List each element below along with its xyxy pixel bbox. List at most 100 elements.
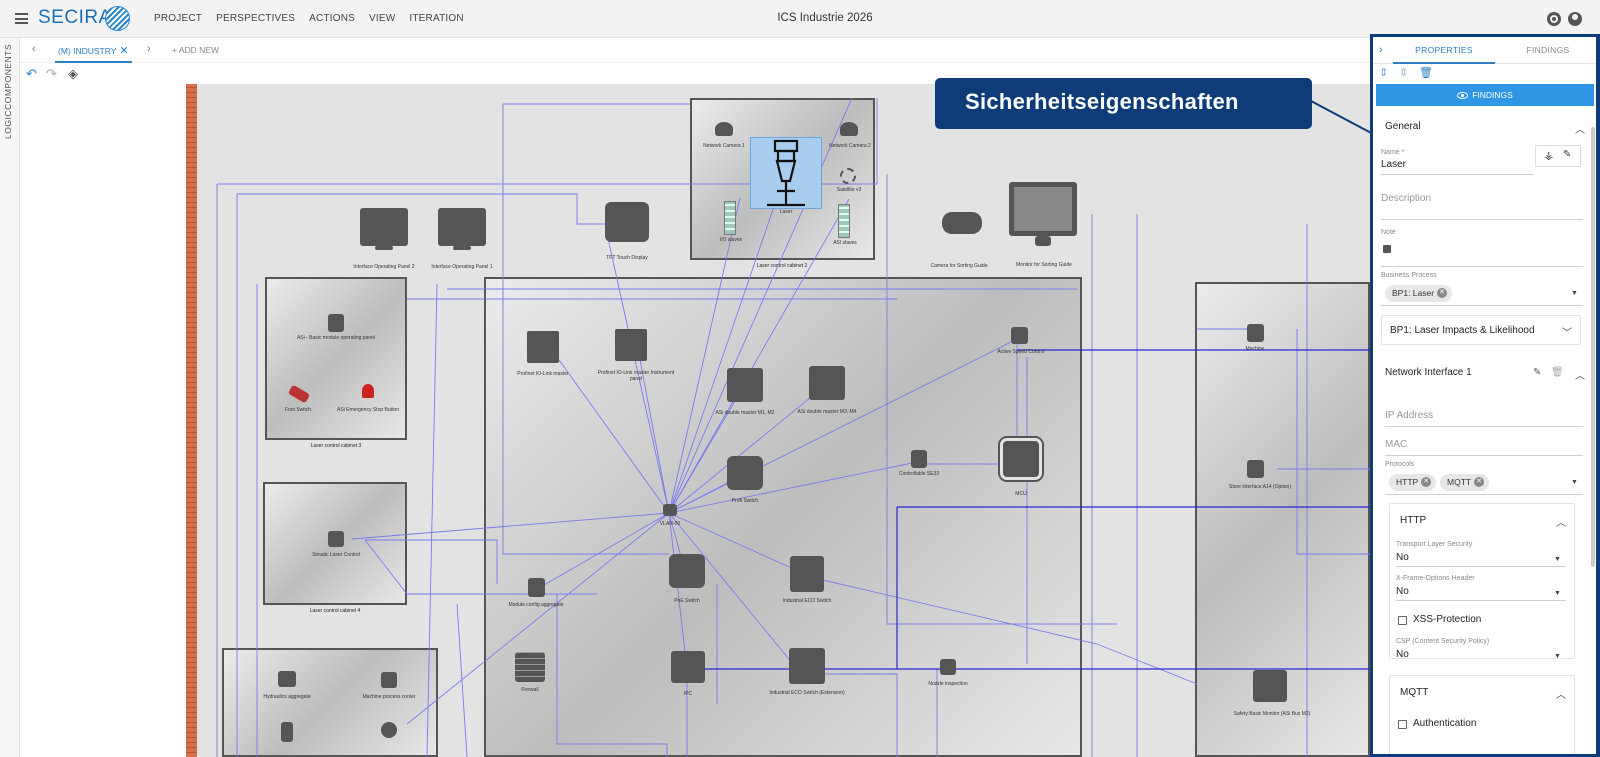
server-icon[interactable] bbox=[1247, 324, 1264, 342]
tab-next-arrow[interactable]: › bbox=[147, 43, 151, 55]
server-icon[interactable] bbox=[1247, 460, 1264, 478]
asi-master-icon[interactable] bbox=[809, 366, 845, 400]
dropdown-caret-icon[interactable]: ▼ bbox=[1554, 556, 1561, 563]
brick-wall bbox=[186, 84, 197, 757]
panel-tabs: › PROPERTIES FINDINGS bbox=[1373, 37, 1596, 64]
server-icon[interactable] bbox=[528, 578, 545, 597]
operating-panel-icon[interactable] bbox=[438, 208, 486, 246]
monitor-icon[interactable] bbox=[1009, 182, 1077, 236]
security-camera-icon[interactable] bbox=[942, 212, 982, 234]
close-icon[interactable]: ✕ bbox=[119, 45, 128, 57]
xss-checkbox[interactable] bbox=[1398, 616, 1407, 625]
trash-icon[interactable]: 🗑 bbox=[1419, 66, 1433, 79]
description-field[interactable]: Description bbox=[1381, 193, 1431, 204]
rail-tab-components[interactable]: COMPONENTS bbox=[3, 44, 13, 110]
redo-icon[interactable]: ↷ bbox=[46, 66, 57, 82]
panel-collapse-icon[interactable]: › bbox=[1379, 44, 1383, 56]
dropdown-caret-icon[interactable]: ▼ bbox=[1571, 479, 1578, 486]
asi-master-icon[interactable] bbox=[727, 368, 763, 402]
dropdown-caret-icon[interactable]: ▼ bbox=[1554, 653, 1561, 660]
tab-properties[interactable]: PROPERTIES bbox=[1393, 45, 1495, 64]
chip-remove-icon[interactable]: ✕ bbox=[1421, 477, 1432, 487]
chevron-up-icon[interactable]: ︿ bbox=[1575, 367, 1585, 382]
hydraulics-icon[interactable] bbox=[278, 671, 296, 687]
factory-drawing[interactable]: Laser control cabinet 2 Laser control ca… bbox=[197, 84, 1370, 757]
csp-select[interactable]: No bbox=[1396, 649, 1409, 660]
chip-icon[interactable] bbox=[615, 329, 647, 361]
bp-chip[interactable]: BP1: Laser ✕ bbox=[1385, 285, 1453, 302]
chip-remove-icon[interactable]: ✕ bbox=[1474, 477, 1485, 487]
general-section-header[interactable]: General ︿ bbox=[1373, 121, 1596, 136]
eco-switch-label: Industrial ECO Switch bbox=[782, 598, 832, 604]
laser-icon[interactable] bbox=[763, 139, 809, 207]
dropdown-caret-icon[interactable]: ▼ bbox=[1554, 590, 1561, 597]
active-speed-label: Active Speed Control bbox=[997, 349, 1045, 355]
camera-icon[interactable] bbox=[715, 122, 733, 136]
tab-industry[interactable]: (M) INDUSTRY ✕ bbox=[55, 38, 132, 63]
chip-icon[interactable] bbox=[527, 331, 559, 363]
panel-scrollbar[interactable] bbox=[1591, 127, 1595, 567]
mcu-chip-icon[interactable] bbox=[1003, 441, 1039, 477]
undo-icon[interactable]: ↶ bbox=[26, 66, 37, 82]
diagram-canvas[interactable]: Laser control cabinet 2 Laser control ca… bbox=[20, 84, 1370, 757]
server-icon[interactable] bbox=[911, 450, 927, 468]
vlan-switch-icon[interactable] bbox=[663, 504, 677, 516]
icon-picker[interactable]: ⚶ ✎ bbox=[1535, 145, 1581, 167]
asi-m3m4-label: ASi double master M3, M4 bbox=[797, 409, 857, 415]
findings-button[interactable]: FINDINGS bbox=[1376, 84, 1594, 106]
io-slaves-icon[interactable] bbox=[724, 201, 736, 235]
layers-icon[interactable]: ◈ bbox=[68, 66, 78, 82]
chevron-up-icon[interactable]: ︿ bbox=[1556, 514, 1566, 529]
chevron-up-icon[interactable]: ︿ bbox=[1575, 121, 1585, 136]
satellite-icon[interactable] bbox=[840, 168, 856, 184]
network-interface-header[interactable]: Network Interface 1 ✎ 🗑 ︿ bbox=[1373, 367, 1596, 382]
server-icon[interactable] bbox=[328, 314, 344, 332]
ip-address-field[interactable]: IP Address bbox=[1385, 410, 1433, 421]
operating-panel-icon[interactable] bbox=[360, 208, 408, 246]
chip-remove-icon[interactable]: ✕ bbox=[1437, 288, 1448, 298]
asi-slaves-icon[interactable] bbox=[838, 204, 850, 238]
eco-switch-icon[interactable] bbox=[789, 648, 825, 684]
actuator-icon[interactable] bbox=[281, 722, 293, 742]
safety-monitor-icon[interactable] bbox=[1253, 670, 1287, 702]
tls-select[interactable]: No bbox=[1396, 552, 1409, 563]
add-new-tab-button[interactable]: + ADD NEW bbox=[172, 45, 219, 55]
tab-findings[interactable]: FINDINGS bbox=[1503, 45, 1593, 55]
user-account-icon[interactable] bbox=[1568, 12, 1582, 26]
expand-all-icon[interactable]: ⇕ bbox=[1379, 66, 1388, 79]
fan-icon[interactable] bbox=[381, 722, 397, 738]
rail-tab-logic[interactable]: LOGIC bbox=[3, 110, 13, 139]
dropdown-caret-icon[interactable]: ▼ bbox=[1571, 290, 1578, 297]
speed-control-icon[interactable] bbox=[1011, 327, 1028, 344]
tab-industry-label: (M) INDUSTRY bbox=[58, 46, 117, 56]
pencil-icon[interactable]: ✎ bbox=[1533, 367, 1541, 378]
camera-icon[interactable] bbox=[840, 122, 858, 136]
collapse-all-icon[interactable]: ⇳ bbox=[1399, 66, 1408, 79]
firewall-icon[interactable] bbox=[515, 652, 545, 682]
switch-icon[interactable] bbox=[727, 456, 763, 490]
pencil-icon[interactable]: ✎ bbox=[1563, 149, 1571, 160]
note-icon[interactable] bbox=[1383, 245, 1391, 253]
poe-switch-icon[interactable] bbox=[669, 554, 705, 588]
controller-icon[interactable] bbox=[328, 531, 344, 547]
touch-display-icon[interactable] bbox=[605, 202, 649, 242]
eco-ext-label: Industrial ECO Switch (Extension) bbox=[769, 690, 845, 696]
mac-field[interactable]: MAC bbox=[1385, 439, 1407, 450]
cooler-icon[interactable] bbox=[381, 672, 397, 688]
gear-icon[interactable] bbox=[1547, 12, 1561, 26]
authentication-checkbox[interactable] bbox=[1398, 720, 1407, 729]
inspection-icon[interactable] bbox=[940, 659, 956, 675]
impacts-card[interactable]: BP1: Laser Impacts & Likelihood ﹀ bbox=[1381, 315, 1581, 345]
protocol-chip-mqtt[interactable]: MQTT ✕ bbox=[1440, 474, 1490, 491]
ipc-icon[interactable] bbox=[671, 651, 705, 683]
panel-toolbar: ⇕ ⇳ 🗑 bbox=[1373, 64, 1596, 82]
eco-switch-icon[interactable] bbox=[790, 556, 824, 592]
trash-icon[interactable]: 🗑 bbox=[1551, 367, 1564, 378]
xframe-select[interactable]: No bbox=[1396, 586, 1409, 597]
chevron-up-icon[interactable]: ︿ bbox=[1556, 686, 1566, 701]
emergency-stop-icon[interactable] bbox=[362, 384, 374, 398]
chevron-down-icon[interactable]: ﹀ bbox=[1562, 324, 1572, 339]
tab-prev-arrow[interactable]: ‹ bbox=[32, 43, 36, 55]
name-field[interactable]: Laser bbox=[1381, 159, 1406, 170]
protocol-chip-http[interactable]: HTTP ✕ bbox=[1389, 474, 1437, 491]
